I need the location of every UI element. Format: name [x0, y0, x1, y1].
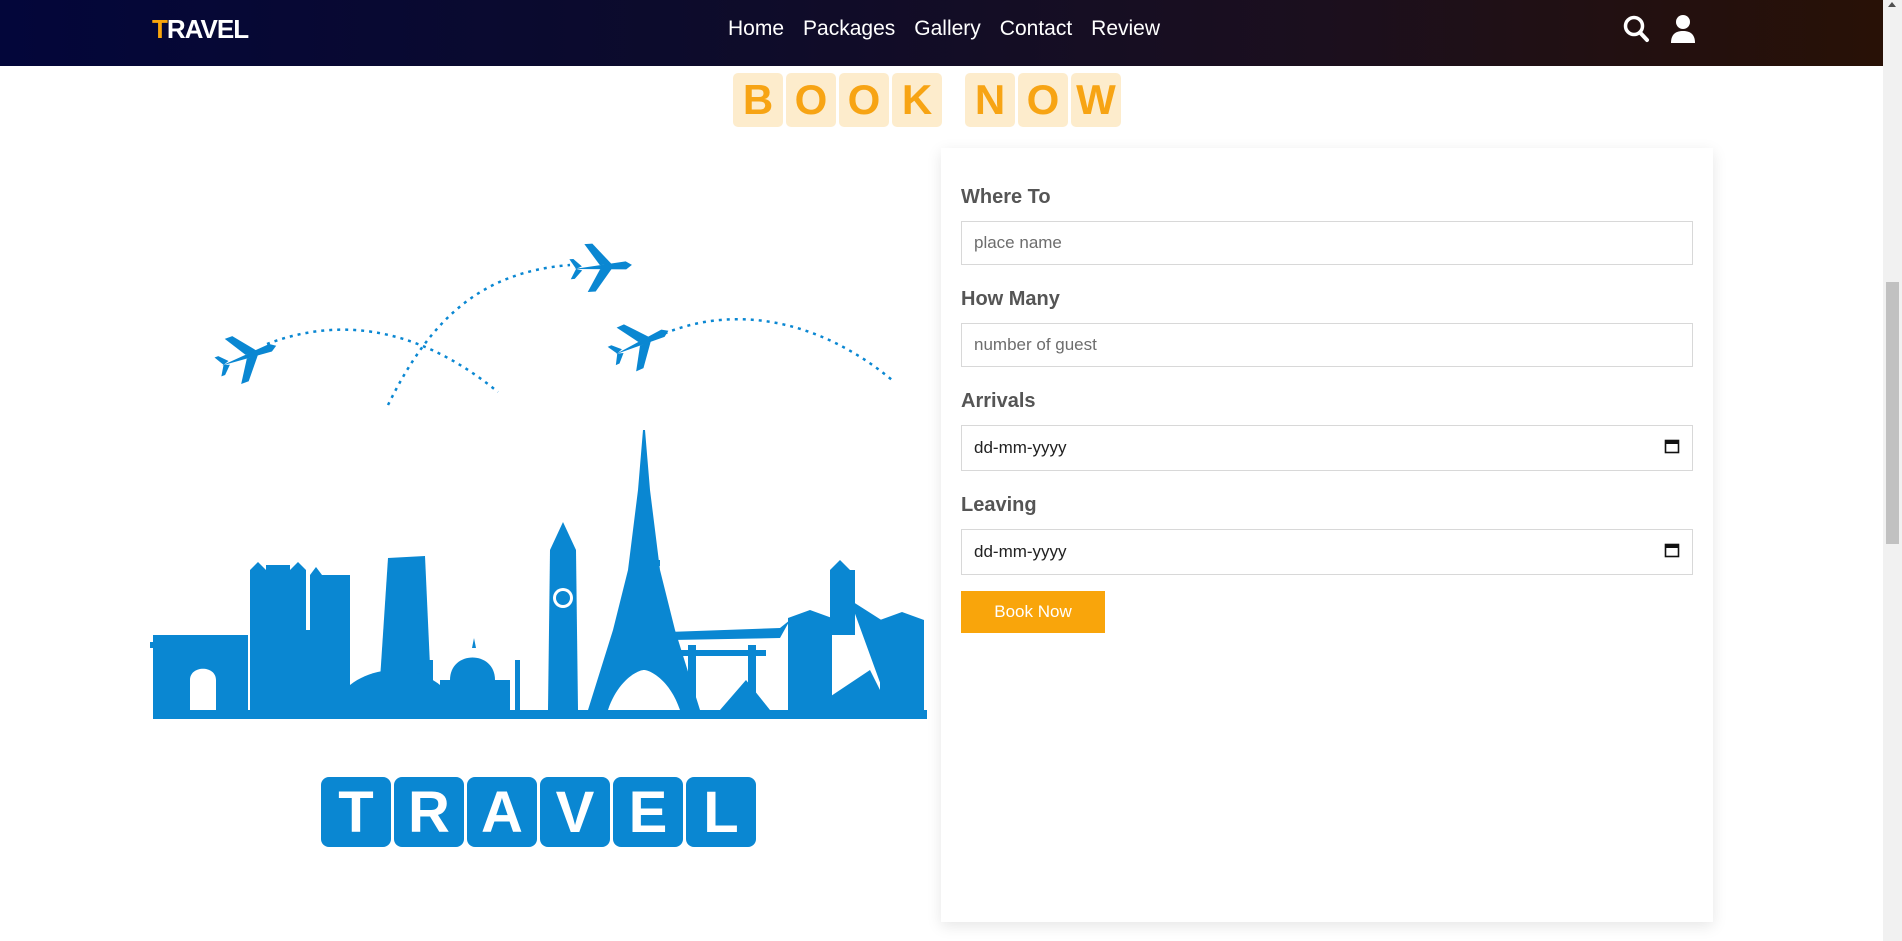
top-navbar: TRAVEL Home Packages Gallery Contact Rev… — [0, 0, 1883, 66]
heading-letter: W — [1071, 73, 1121, 127]
logo-rest: RAVEL — [166, 14, 249, 44]
heading-letter: O — [839, 73, 889, 127]
nav-link-contact[interactable]: Contact — [1000, 17, 1072, 41]
airplane-icon — [214, 336, 277, 385]
travel-illustration — [150, 243, 927, 719]
book-now-button[interactable]: Book Now — [961, 591, 1105, 633]
nav-link-packages[interactable]: Packages — [803, 17, 895, 41]
where-to-placeholder: place name — [974, 233, 1062, 252]
travel-letter: L — [686, 777, 756, 847]
site-logo[interactable]: TRAVEL — [152, 14, 249, 45]
heading-letter: O — [786, 73, 836, 127]
heading-space — [945, 73, 962, 127]
calendar-icon[interactable] — [1664, 542, 1680, 563]
heading-letter: K — [892, 73, 942, 127]
airplane-icon — [607, 324, 669, 372]
leaving-date-value: dd-mm-yyyy — [974, 542, 1067, 561]
travel-letter: T — [321, 777, 391, 847]
travel-letter: V — [540, 777, 610, 847]
arrivals-date-value: dd-mm-yyyy — [974, 438, 1067, 457]
nav-links: Home Packages Gallery Contact Review — [728, 17, 1160, 41]
where-to-input[interactable]: place name — [961, 221, 1693, 265]
user-icon[interactable] — [1670, 14, 1698, 44]
how-many-label: How Many — [961, 288, 1060, 310]
scroll-up-arrow-icon[interactable] — [1888, 2, 1896, 7]
booking-form-card: Where To place name How Many number of g… — [941, 148, 1713, 922]
nav-icons — [1622, 14, 1698, 44]
logo-first-letter: T — [152, 14, 168, 44]
travel-letter: R — [394, 777, 464, 847]
where-to-label: Where To — [961, 186, 1051, 208]
how-many-input[interactable]: number of guest — [961, 323, 1693, 367]
airplane-icon — [569, 243, 632, 293]
leaving-date-input[interactable]: dd-mm-yyyy — [961, 529, 1693, 575]
heading-letter: N — [965, 73, 1015, 127]
nav-link-gallery[interactable]: Gallery — [914, 17, 981, 41]
search-icon[interactable] — [1622, 14, 1650, 44]
nav-link-review[interactable]: Review — [1091, 17, 1160, 41]
scrollbar-thumb[interactable] — [1886, 282, 1899, 544]
travel-tiles: T R A V E L — [321, 777, 756, 847]
page-scrollbar[interactable] — [1883, 0, 1902, 941]
arrivals-date-input[interactable]: dd-mm-yyyy — [961, 425, 1693, 471]
calendar-icon[interactable] — [1664, 438, 1680, 459]
heading-letter: O — [1018, 73, 1068, 127]
arrivals-label: Arrivals — [961, 390, 1036, 412]
leaving-label: Leaving — [961, 494, 1037, 516]
how-many-placeholder: number of guest — [974, 335, 1097, 354]
book-now-heading: B O O K N O W — [733, 73, 1121, 127]
nav-link-home[interactable]: Home — [728, 17, 784, 41]
travel-letter: E — [613, 777, 683, 847]
landmarks-skyline — [150, 430, 927, 719]
heading-letter: B — [733, 73, 783, 127]
travel-letter: A — [467, 777, 537, 847]
